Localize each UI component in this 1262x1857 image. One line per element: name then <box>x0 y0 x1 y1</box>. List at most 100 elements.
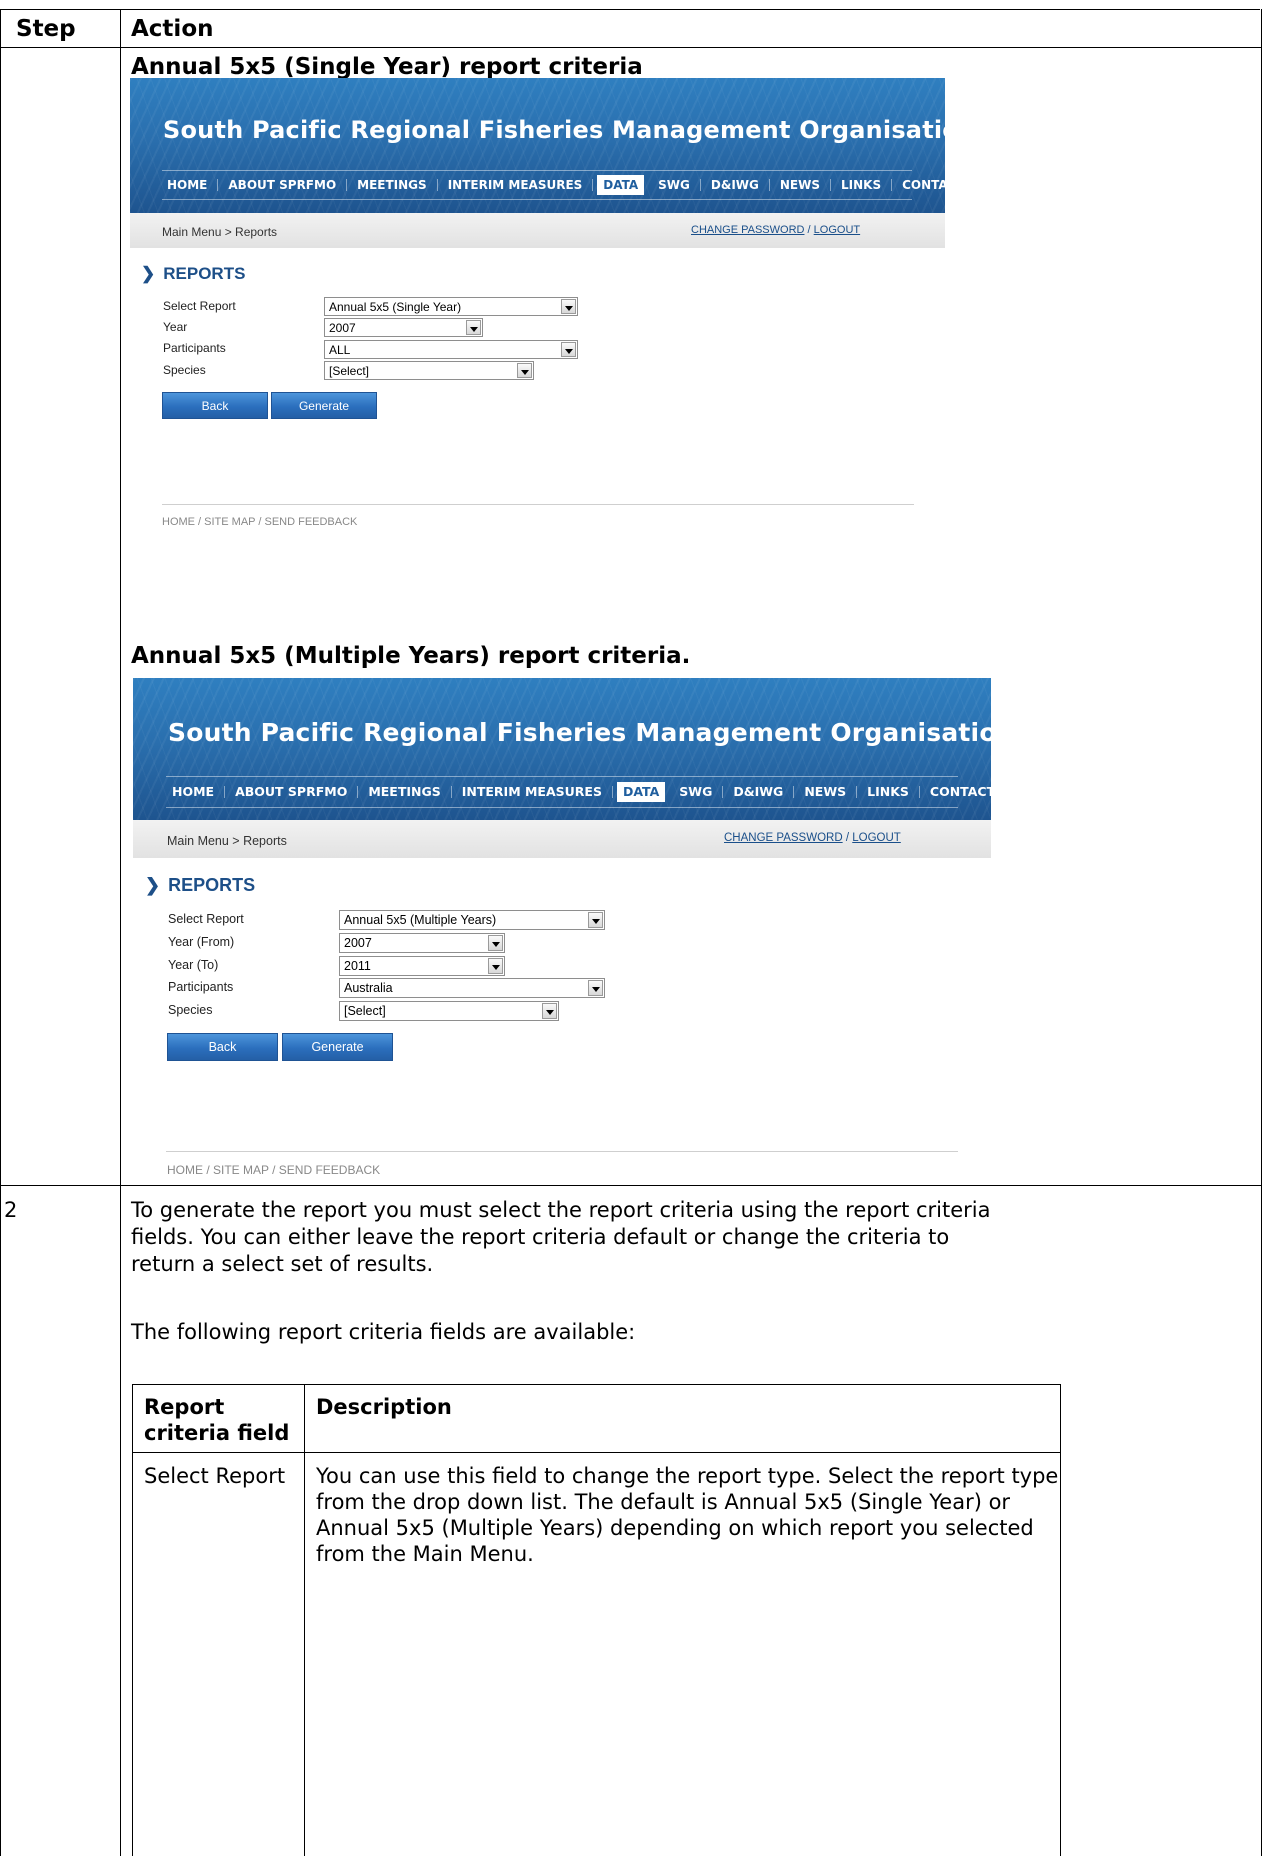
nav-meetings[interactable]: MEETINGS <box>347 179 438 191</box>
reports-title: REPORTS <box>163 264 246 283</box>
nav-diwg[interactable]: D&IWG <box>701 179 770 191</box>
caption-single-year: Annual 5x5 (Single Year) report criteria <box>131 54 643 80</box>
back-button[interactable]: Back <box>162 392 268 419</box>
chevron-right-icon: ❯ <box>141 264 156 283</box>
change-password-link[interactable]: CHANGE PASSWORD <box>724 832 843 844</box>
select-report-dropdown[interactable]: Annual 5x5 (Single Year) <box>324 297 578 316</box>
generate-button[interactable]: Generate <box>282 1033 393 1061</box>
label-species: Species <box>163 363 206 377</box>
footer-links[interactable]: HOME / SITE MAP / SEND FEEDBACK <box>167 1163 380 1177</box>
breadcrumb-bar: Main Menu > Reports CHANGE PASSWORD / LO… <box>130 213 945 248</box>
chevron-down-icon[interactable] <box>466 320 481 335</box>
chevron-down-icon[interactable] <box>542 1003 557 1019</box>
main-nav: HOME ABOUT SPRFMO MEETINGS INTERIM MEASU… <box>166 776 991 808</box>
change-password-link[interactable]: CHANGE PASSWORD <box>691 224 804 236</box>
header-action: Action <box>131 16 214 42</box>
nav-meetings[interactable]: MEETINGS <box>358 785 452 799</box>
nav-news[interactable]: NEWS <box>770 179 831 191</box>
label-participants: Participants <box>163 341 226 355</box>
participants-dropdown[interactable]: ALL <box>324 340 578 359</box>
nav-data[interactable]: DATA <box>597 175 645 195</box>
nav-links[interactable]: LINKS <box>857 785 920 799</box>
species-dropdown[interactable]: [Select] <box>339 1001 559 1021</box>
label-year: Year <box>163 320 188 334</box>
chevron-down-icon[interactable] <box>588 980 603 996</box>
chevron-down-icon[interactable] <box>517 363 532 378</box>
nav-links[interactable]: LINKS <box>831 179 893 191</box>
back-button[interactable]: Back <box>167 1033 278 1061</box>
table-column-divider <box>120 9 121 1856</box>
criteria-table-col-divider <box>304 1384 305 1856</box>
account-separator: / <box>807 224 811 236</box>
footer-links[interactable]: HOME / SITE MAP / SEND FEEDBACK <box>162 516 357 528</box>
year-from-dropdown[interactable]: 2007 <box>339 933 505 953</box>
nav-interim-measures[interactable]: INTERIM MEASURES <box>452 785 613 799</box>
breadcrumb: Main Menu > Reports <box>162 225 278 239</box>
caption-multiple-years: Annual 5x5 (Multiple Years) report crite… <box>131 643 691 669</box>
nav-about[interactable]: ABOUT SPRFMO <box>225 785 359 799</box>
criteria-table-border-right <box>1060 1384 1061 1856</box>
site-banner: South Pacific Regional Fisheries Managem… <box>130 78 945 213</box>
criteria-table-header-divider <box>132 1452 1061 1453</box>
chevron-down-icon[interactable] <box>488 958 503 974</box>
label-species: Species <box>168 1003 213 1017</box>
nav-about[interactable]: ABOUT SPRFMO <box>218 179 348 191</box>
chevron-down-icon[interactable] <box>588 912 603 928</box>
nav-swg[interactable]: SWG <box>648 179 701 191</box>
label-year-from: Year (From) <box>168 935 235 949</box>
chevron-down-icon[interactable] <box>561 299 576 314</box>
table-row-divider <box>0 1185 1262 1186</box>
year-from-value: 2007 <box>344 936 372 950</box>
chevron-down-icon[interactable] <box>561 342 576 357</box>
nav-home[interactable]: HOME <box>166 785 226 799</box>
footer-divider <box>162 504 914 505</box>
nav-contacts[interactable]: CONTACTS <box>892 179 945 191</box>
reports-heading: ❯ REPORTS <box>145 875 255 896</box>
back-button-label: Back <box>201 398 229 413</box>
species-dropdown[interactable]: [Select] <box>324 361 534 380</box>
criteria-table-border-left <box>132 1384 133 1856</box>
nav-contacts[interactable]: CONTACTS <box>920 785 991 799</box>
participants-dropdown[interactable]: Australia <box>339 978 605 998</box>
logout-link[interactable]: LOGOUT <box>852 832 901 844</box>
table-border-left <box>0 9 1 1856</box>
generate-button-label: Generate <box>311 1040 364 1054</box>
criteria-col-field-header: Report criteria field <box>144 1394 289 1446</box>
nav-data[interactable]: DATA <box>616 781 666 803</box>
reports-title: REPORTS <box>168 875 256 895</box>
criteria-col-description-header: Description <box>316 1395 452 1419</box>
select-report-value: Annual 5x5 (Multiple Years) <box>344 913 497 927</box>
criteria-table-top <box>132 1384 1061 1385</box>
breadcrumb-bar: Main Menu > Reports CHANGE PASSWORD / LO… <box>133 820 991 858</box>
select-report-value: Annual 5x5 (Single Year) <box>329 299 462 314</box>
available-fields-text: The following report criteria fields are… <box>131 1320 636 1344</box>
participants-value: Australia <box>344 981 393 995</box>
label-year-to: Year (To) <box>168 958 219 972</box>
step-number: 2 <box>4 1198 18 1222</box>
nav-news[interactable]: NEWS <box>794 785 858 799</box>
chevron-down-icon[interactable] <box>488 935 503 951</box>
nav-home[interactable]: HOME <box>162 179 219 191</box>
logout-link[interactable]: LOGOUT <box>814 224 860 236</box>
nav-diwg[interactable]: D&IWG <box>723 785 795 799</box>
step2-line-1: To generate the report you must select t… <box>131 1198 991 1222</box>
reports-heading: ❯ REPORTS <box>141 264 245 284</box>
nav-interim-measures[interactable]: INTERIM MEASURES <box>438 179 594 191</box>
participants-value: ALL <box>329 342 351 357</box>
header-step: Step <box>16 16 76 42</box>
footer-divider <box>166 1151 958 1152</box>
select-report-dropdown[interactable]: Annual 5x5 (Multiple Years) <box>339 910 605 930</box>
account-links: CHANGE PASSWORD / LOGOUT <box>724 832 901 844</box>
nav-swg[interactable]: SWG <box>669 785 724 799</box>
label-select-report: Select Report <box>168 912 244 926</box>
generate-button-label: Generate <box>298 398 350 413</box>
criteria-row-field: Select Report <box>144 1464 286 1488</box>
criteria-col-field-line2: criteria field <box>144 1421 290 1445</box>
year-to-dropdown[interactable]: 2011 <box>339 956 505 976</box>
criteria-row-description: You can use this field to change the rep… <box>316 1463 1058 1567</box>
year-dropdown[interactable]: 2007 <box>324 318 483 337</box>
step2-line-3: return a select set of results. <box>131 1252 434 1276</box>
criteria-desc-line: You can use this field to change the rep… <box>316 1464 1059 1488</box>
criteria-desc-line: Annual 5x5 (Multiple Years) depending on… <box>316 1516 1034 1540</box>
generate-button[interactable]: Generate <box>271 392 377 419</box>
